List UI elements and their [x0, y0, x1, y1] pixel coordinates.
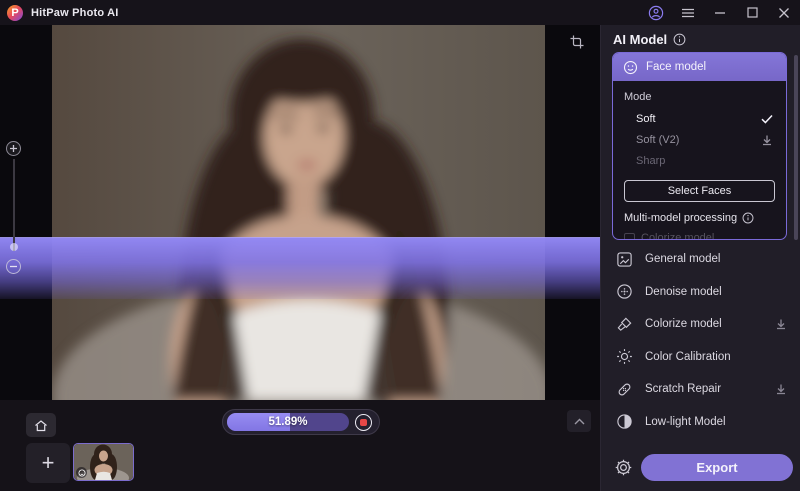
account-icon[interactable]: [640, 0, 672, 25]
menu-icon[interactable]: [672, 0, 704, 25]
contrast-icon: [617, 414, 632, 429]
titlebar: P HitPaw Photo AI: [0, 0, 800, 25]
sidebar-scrollbar[interactable]: [794, 55, 798, 240]
face-model-icon: [623, 60, 638, 74]
collapse-thumbnails-button[interactable]: [567, 410, 591, 432]
denoise-icon: [617, 284, 632, 299]
colorize-model-checkbox[interactable]: Colorize model: [624, 232, 776, 239]
photo-preview: [52, 25, 552, 400]
info-icon: [742, 212, 754, 224]
stop-icon: [360, 418, 367, 426]
zoom-slider-track[interactable]: [13, 159, 15, 251]
progress-percent-label: 51.89%: [268, 416, 308, 428]
download-icon: [777, 319, 785, 330]
progress-track: 51.89%: [227, 413, 349, 431]
stop-button[interactable]: [355, 413, 372, 431]
maximize-button[interactable]: [736, 0, 768, 25]
zoom-out-button[interactable]: [6, 259, 21, 274]
preview-canvas: [0, 25, 600, 400]
panel-title: AI Model: [613, 32, 668, 47]
progress-bar: 51.89%: [222, 409, 380, 435]
checkbox-icon: [624, 232, 635, 239]
minimize-button[interactable]: [704, 0, 736, 25]
model-item-colorize[interactable]: Colorize model: [601, 308, 800, 341]
mode-option-sharp[interactable]: Sharp: [623, 150, 776, 171]
app-title: HitPaw Photo AI: [31, 6, 119, 19]
export-button[interactable]: Export: [641, 453, 793, 481]
image-thumbnail[interactable]: [73, 443, 134, 481]
bandage-icon: [618, 383, 631, 396]
download-icon: [763, 135, 771, 145]
mode-option-soft-v2[interactable]: Soft (V2): [623, 129, 776, 150]
brush-icon: [617, 317, 632, 331]
mode-label: Mode: [624, 91, 652, 103]
model-item-color-calibration[interactable]: Color Calibration: [601, 341, 800, 374]
thumbnail-face-badge-icon: [76, 467, 87, 478]
model-item-general[interactable]: General model: [601, 243, 800, 276]
info-icon: [673, 33, 686, 46]
download-icon: [777, 384, 785, 395]
sun-icon: [617, 349, 632, 365]
close-button[interactable]: [768, 0, 800, 25]
face-model-title: Face model: [646, 61, 707, 73]
model-item-low-light[interactable]: Low-light Model: [601, 406, 800, 439]
app-logo-icon: P: [7, 4, 23, 21]
face-model-card: Face model Mode Soft Soft (V2) Sharp Sel…: [612, 52, 787, 240]
zoom-in-button[interactable]: [6, 141, 21, 156]
mode-option-soft[interactable]: Soft: [623, 108, 776, 129]
zoom-slider-handle[interactable]: [10, 243, 18, 251]
multi-model-label: Multi-model processing: [624, 212, 738, 224]
home-button[interactable]: [26, 413, 56, 437]
bottom-bar: + 51.89%: [0, 400, 600, 491]
model-list: General model Denoise model Colorize mod…: [601, 243, 800, 438]
crop-icon[interactable]: [566, 31, 588, 53]
face-model-header[interactable]: Face model: [613, 53, 786, 81]
select-faces-button[interactable]: Select Faces: [624, 180, 775, 202]
model-item-scratch-repair[interactable]: Scratch Repair: [601, 373, 800, 406]
check-icon: [761, 114, 773, 124]
image-icon: [617, 252, 632, 267]
ai-model-panel: AI Model Face model Mode Soft Soft (V2): [600, 25, 800, 491]
model-item-denoise[interactable]: Denoise model: [601, 276, 800, 309]
settings-gear-icon[interactable]: [611, 455, 635, 479]
add-image-button[interactable]: +: [26, 443, 70, 483]
